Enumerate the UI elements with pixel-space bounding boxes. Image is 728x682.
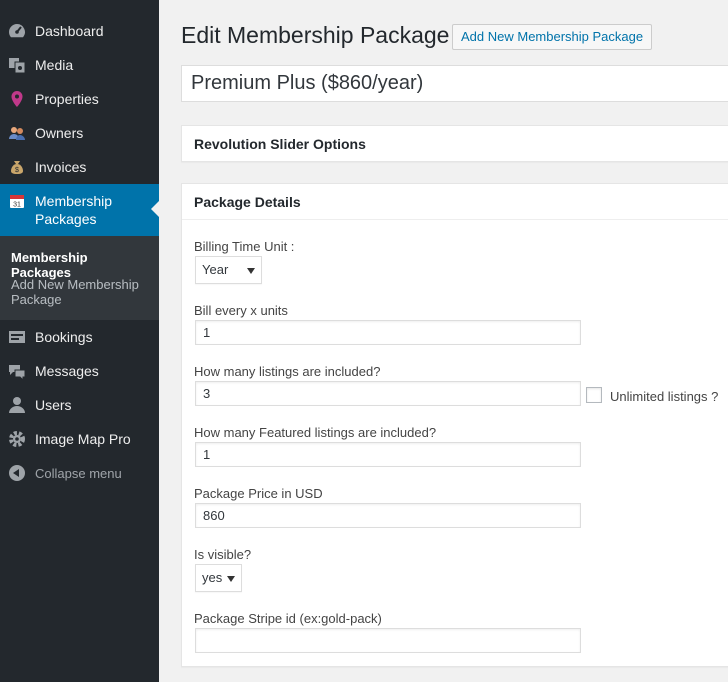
package-details-title: Package Details [194,194,301,210]
listings-label: How many listings are included? [194,364,381,379]
sidebar-item-properties[interactable]: Properties [0,82,159,116]
media-icon [8,56,26,74]
collapse-menu-button[interactable]: Collapse menu [0,456,159,490]
collapse-arrow-icon [8,464,26,482]
revolution-slider-title[interactable]: Revolution Slider Options [182,126,728,162]
unlimited-listings-label: Unlimited listings ? [610,389,719,404]
sidebar-item-messages[interactable]: Messages [0,354,159,388]
collapse-menu-label: Collapse menu [35,465,122,481]
sidebar-item-bookings[interactable]: Bookings [0,320,159,354]
is-visible-value: yes [202,570,223,585]
sidebar-item-label: Invoices [35,159,87,175]
sidebar-item-label: Membership Packages [35,193,113,227]
svg-text:31: 31 [13,202,21,209]
svg-text:$: $ [15,167,19,174]
stripe-id-input[interactable] [195,628,581,653]
billing-unit-value: Year [202,262,229,277]
sidebar-item-dashboard[interactable]: Dashboard [0,14,159,48]
sidebar-item-membership-packages[interactable]: 31 Membership Packages [0,184,159,236]
package-details-box: Package Details Billing Time Unit : Year… [181,183,728,667]
page-title: Edit Membership Package [181,22,450,48]
bill-every-input[interactable]: 1 [195,320,581,345]
featured-listings-input[interactable]: 1 [195,442,581,467]
gear-icon [8,430,26,448]
chevron-down-icon [247,268,255,274]
sidebar-item-image-map-pro[interactable]: Image Map Pro [0,422,159,456]
package-price-input[interactable]: 860 [195,503,581,528]
listings-input[interactable]: 3 [195,381,581,406]
dashboard-icon [8,22,26,40]
unlimited-listings-checkbox[interactable] [586,387,602,403]
calendar-icon: 31 [8,192,26,210]
revolution-slider-box[interactable]: Revolution Slider Options [181,125,728,162]
sidebar-item-label: Messages [35,363,99,379]
map-pin-icon [8,90,26,108]
package-title-input[interactable]: Premium Plus ($860/year) [181,65,728,102]
sidebar-item-invoices[interactable]: $ Invoices [0,150,159,184]
bookings-icon [8,328,26,346]
sidebar-submenu: Membership Packages Add New Membership P… [0,236,159,320]
sidebar-item-owners[interactable]: Owners [0,116,159,150]
package-details-header[interactable]: Package Details [182,184,728,220]
submenu-item-add-new[interactable]: Add New Membership Package [11,277,151,307]
featured-listings-label: How many Featured listings are included? [194,425,437,440]
messages-icon [8,362,26,380]
bill-every-label: Bill every x units [194,303,288,318]
submenu-item-membership-packages[interactable]: Membership Packages [11,250,151,280]
package-price-label: Package Price in USD [194,486,323,501]
sidebar-item-label: Users [35,397,72,413]
admin-sidebar: Dashboard Media Properties Owners $ Invo… [0,0,159,682]
stripe-id-label: Package Stripe id (ex:gold-pack) [194,611,382,626]
sidebar-item-label: Bookings [35,329,93,345]
sidebar-item-label: Media [35,57,74,73]
sidebar-item-media[interactable]: Media [0,48,159,82]
is-visible-select[interactable]: yes [195,564,242,592]
money-bag-icon: $ [8,158,26,176]
sidebar-item-label: Owners [35,125,84,141]
is-visible-label: Is visible? [194,547,252,562]
sidebar-item-users[interactable]: Users [0,388,159,422]
users-group-icon [8,124,26,142]
sidebar-item-label: Dashboard [35,23,104,39]
billing-unit-select[interactable]: Year [195,256,262,284]
sidebar-item-label: Properties [35,91,99,107]
sidebar-item-label: Image Map Pro [35,431,131,447]
add-new-package-button[interactable]: Add New Membership Package [452,24,653,50]
chevron-down-icon [227,576,235,582]
user-icon [8,396,26,414]
billing-unit-label: Billing Time Unit : [194,239,295,254]
